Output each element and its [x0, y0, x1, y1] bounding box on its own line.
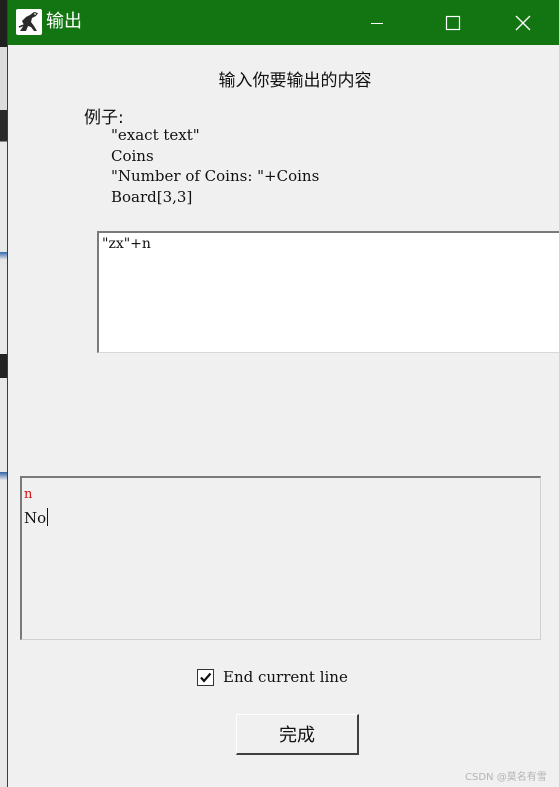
done-button[interactable]: 完成 [236, 714, 359, 755]
close-button[interactable] [500, 0, 546, 45]
minimize-icon [371, 22, 383, 24]
screen: 输出 输入你要输出的内容 例子: "exact text" Coins "Num… [0, 0, 559, 787]
watermark: CSDN @莫名有雪 [465, 772, 547, 783]
example-line: "exact text" [111, 126, 200, 144]
output-preview[interactable]: n No [20, 476, 541, 640]
app-dinosaur-icon [16, 9, 42, 35]
text-caret [47, 508, 49, 526]
expression-input-value: "zx"+n [102, 236, 151, 252]
example-line: Coins [111, 147, 154, 165]
examples-label: 例子: [84, 108, 124, 128]
window-title: 输出 [46, 11, 82, 32]
checkmark-icon [200, 672, 212, 683]
dialog-heading: 输入你要输出的内容 [218, 71, 372, 91]
example-line: Board[3,3] [111, 188, 193, 206]
close-icon [515, 15, 531, 30]
end-current-line-checkbox[interactable] [197, 669, 214, 686]
expression-input[interactable]: "zx"+n [97, 231, 559, 353]
output-variable-name: n [24, 487, 33, 502]
minimize-button[interactable] [354, 0, 400, 45]
title-bar[interactable]: 输出 [8, 0, 559, 45]
maximize-button[interactable] [430, 0, 476, 45]
background-app-strip [0, 0, 7, 787]
end-current-line-label[interactable]: End current line [223, 668, 348, 686]
maximize-icon [445, 15, 461, 30]
output-dialog-window: 输出 输入你要输出的内容 例子: "exact text" Coins "Num… [7, 0, 559, 787]
output-text: No [24, 508, 49, 527]
example-line: "Number of Coins: "+Coins [111, 167, 320, 185]
output-text-value: No [24, 509, 47, 527]
